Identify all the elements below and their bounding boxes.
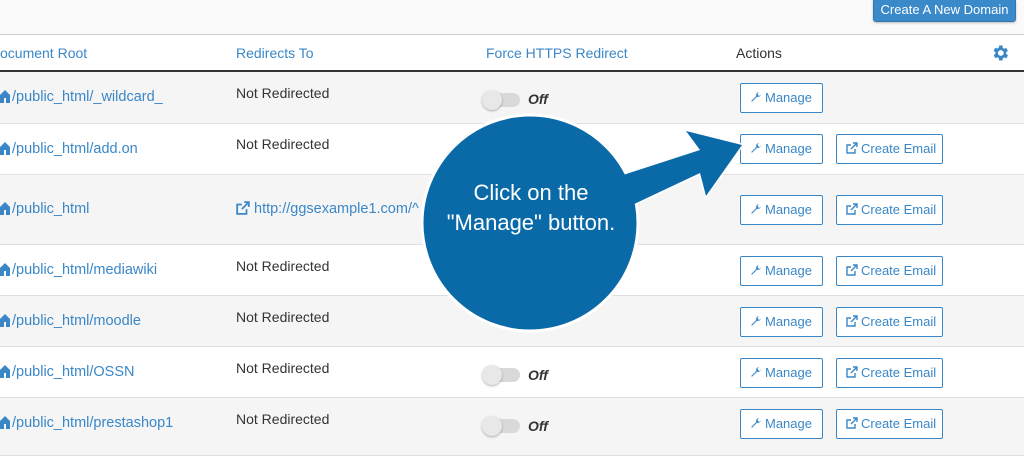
redirect-status: Not Redirected (236, 136, 330, 152)
header-redirects-to[interactable]: Redirects To (236, 45, 314, 61)
https-toggle[interactable] (482, 365, 520, 385)
doc-root-link[interactable]: /public_html (0, 201, 89, 217)
redirect-status: Not Redirected (236, 85, 330, 101)
home-icon (0, 142, 10, 155)
wrench-icon (751, 204, 761, 214)
manage-button[interactable]: Manage (740, 409, 823, 439)
wrench-icon (751, 316, 761, 326)
create-new-domain-button[interactable]: Create A New Domain (873, 0, 1016, 22)
https-toggle[interactable] (482, 416, 520, 436)
redirect-status: Not Redirected (236, 258, 330, 274)
external-link-icon (846, 417, 858, 429)
redirect-status: Not Redirected (236, 360, 330, 376)
https-status: Off (528, 418, 548, 434)
doc-root-link[interactable]: /public_html/prestashop1 (0, 415, 173, 431)
home-icon (0, 90, 10, 103)
table-row: /public_html/moodle Not Redirected Manag… (0, 296, 1024, 347)
home-icon (0, 314, 10, 327)
manage-button[interactable]: Manage (740, 307, 823, 337)
manage-button[interactable]: Manage (740, 358, 823, 388)
external-link-icon (846, 142, 858, 154)
home-icon (0, 202, 10, 215)
table-row: /public_html/OSSN Not Redirected Off Man… (0, 347, 1024, 398)
https-toggle[interactable] (482, 90, 520, 110)
redirect-link[interactable]: http://ggsexample1.com/^ (236, 201, 419, 217)
doc-root-link[interactable]: /public_html/OSSN (0, 364, 135, 380)
manage-button[interactable]: Manage (740, 256, 823, 286)
create-email-button[interactable]: Create Email (836, 256, 943, 286)
home-icon (0, 263, 10, 276)
header-force-https[interactable]: Force HTTPS Redirect (486, 45, 628, 61)
external-link-icon (846, 366, 858, 378)
create-email-button[interactable]: Create Email (836, 195, 943, 225)
doc-root-link[interactable]: /public_html/mediawiki (0, 262, 157, 278)
doc-root-link[interactable]: /public_html/_wildcard_ (0, 89, 163, 105)
create-email-button[interactable]: Create Email (836, 134, 943, 164)
manage-button[interactable]: Manage (740, 195, 823, 225)
external-link-icon (846, 203, 858, 215)
home-icon (0, 365, 10, 378)
header-document-root[interactable]: ocument Root (0, 45, 87, 61)
header-actions: Actions (736, 45, 782, 61)
gear-icon[interactable] (990, 43, 1010, 63)
create-email-button[interactable]: Create Email (836, 307, 943, 337)
wrench-icon (751, 92, 761, 102)
doc-root-link[interactable]: /public_html/moodle (0, 313, 141, 329)
external-link-icon (846, 264, 858, 276)
table-row: /public_html/prestashop1 Not Redirected … (0, 398, 1024, 456)
wrench-icon (751, 143, 761, 153)
https-status: Off (528, 91, 548, 107)
table-row: /public_html/add.on Not Redirected Manag… (0, 124, 1024, 175)
https-status: Off (528, 367, 548, 383)
wrench-icon (751, 265, 761, 275)
top-toolbar: Create A New Domain (0, 0, 1024, 34)
create-email-button[interactable]: Create Email (836, 358, 943, 388)
table-row: /public_html/mediawiki Not Redirected Ma… (0, 245, 1024, 296)
manage-button[interactable]: Manage (740, 83, 823, 113)
wrench-icon (751, 367, 761, 377)
create-email-button[interactable]: Create Email (836, 409, 943, 439)
external-link-icon (846, 315, 858, 327)
callout-text: Click on the "Manage" button. (446, 180, 616, 235)
manage-button[interactable]: Manage (740, 134, 823, 164)
redirect-status: Not Redirected (236, 411, 330, 427)
redirect-status: Not Redirected (236, 309, 330, 325)
external-link-icon (236, 201, 250, 215)
table-row: /public_html/_wildcard_ Not Redirected O… (0, 72, 1024, 124)
wrench-icon (751, 418, 761, 428)
table-header: ocument Root Redirects To Force HTTPS Re… (0, 34, 1024, 72)
home-icon (0, 416, 10, 429)
doc-root-link[interactable]: /public_html/add.on (0, 141, 138, 157)
